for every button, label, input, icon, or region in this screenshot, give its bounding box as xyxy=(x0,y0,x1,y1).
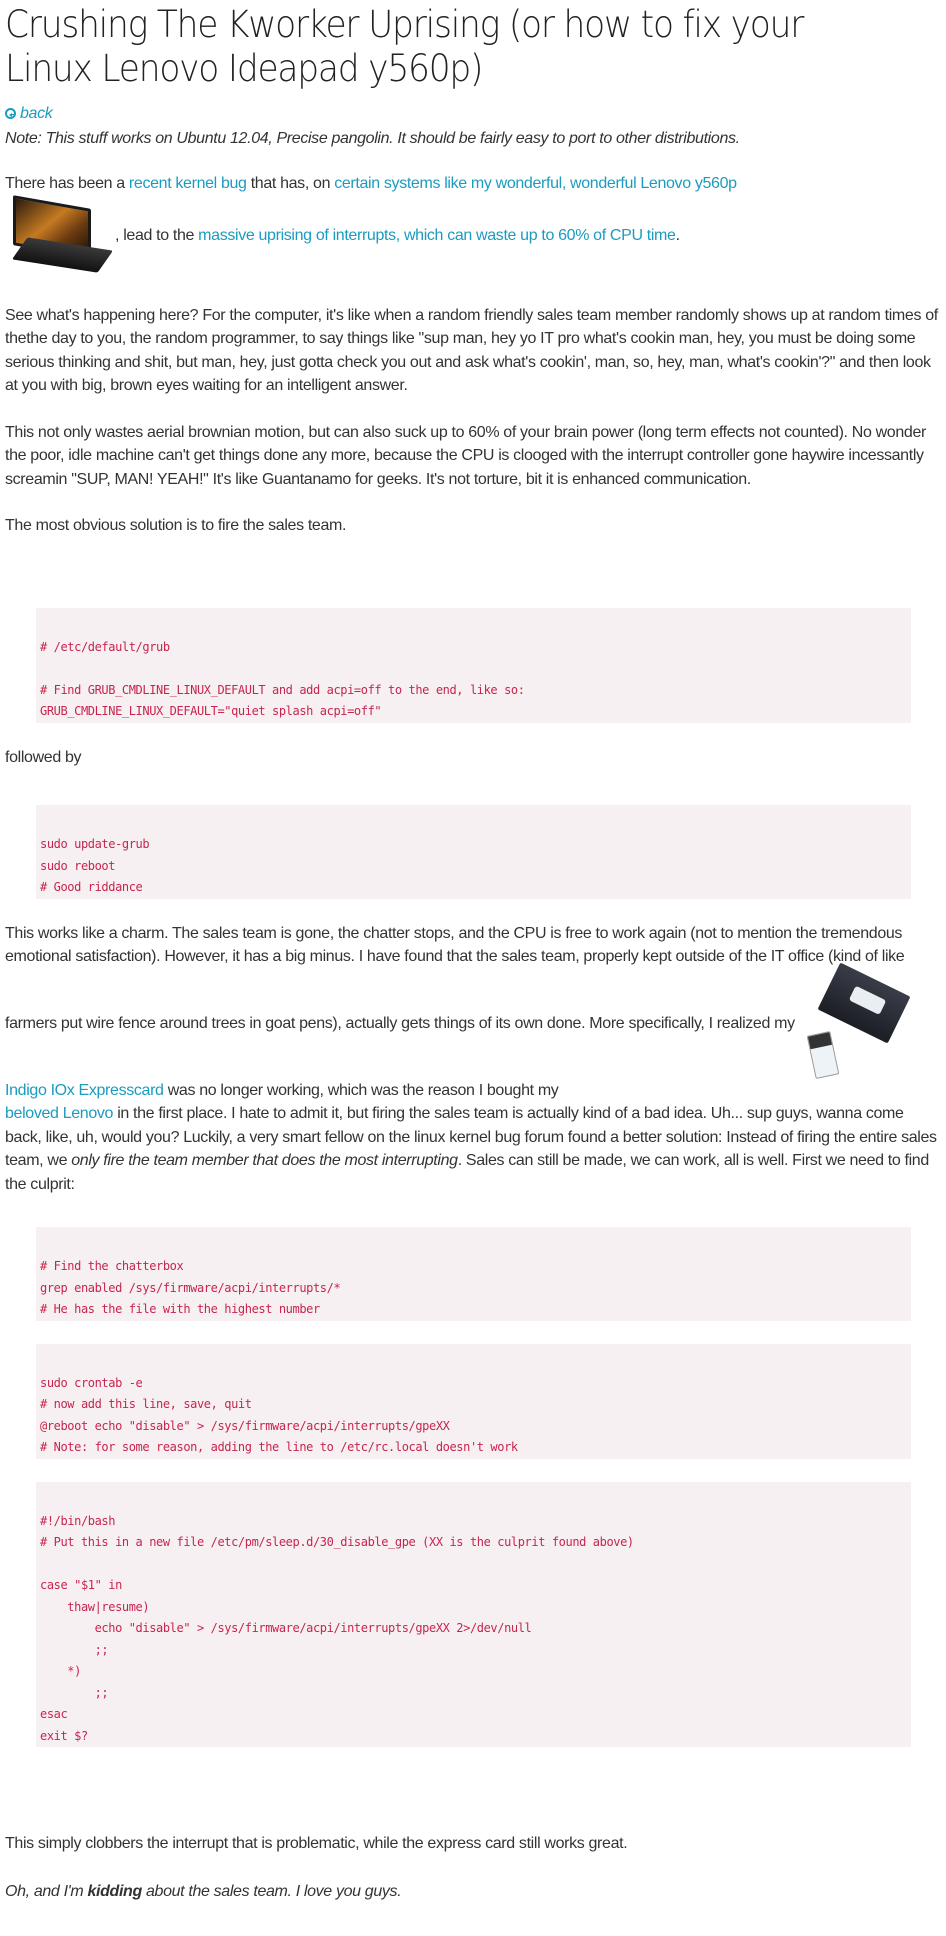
solution-paragraph: The most obvious solution is to fire the… xyxy=(5,517,347,535)
code-line: exit $? xyxy=(40,1728,88,1743)
code-line: case "$1" in xyxy=(40,1578,122,1593)
code-line: sudo reboot xyxy=(40,858,116,873)
code-line: ;; xyxy=(40,1685,109,1700)
code-line: # Good riddance xyxy=(40,880,143,895)
code-line: # Find the chatterbox xyxy=(40,1259,184,1274)
code-line: # now add this line, save, quit xyxy=(40,1397,252,1412)
page-title: Crushing The Kworker Uprising (or how to… xyxy=(5,3,804,90)
charm-paragraph: This works like a charm. The sales team … xyxy=(5,922,941,1197)
laptop-image xyxy=(5,194,115,276)
code-block-find: # Find the chatterbox grep enabled /sys/f… xyxy=(36,1227,911,1321)
code-line: sudo update-grub xyxy=(40,837,150,852)
followed-by-text: followed by xyxy=(5,748,82,766)
code-line: # He has the file with the highest numbe… xyxy=(40,1302,320,1317)
expresscard-image xyxy=(803,962,911,1079)
code-line: # Note: for some reason, adding the line… xyxy=(40,1440,518,1455)
code-line: # /etc/default/grub xyxy=(40,639,170,654)
intro-text: , lead to the xyxy=(115,226,199,244)
code-line: ;; xyxy=(40,1642,109,1657)
code-line: # Put this in a new file /etc/pm/sleep.d… xyxy=(40,1535,634,1550)
code-line: esac xyxy=(40,1707,68,1722)
code-line: sudo crontab -e xyxy=(40,1375,143,1390)
code-block-update: sudo update-grub sudo reboot # Good riddan… xyxy=(36,805,911,899)
code-line: *) xyxy=(40,1664,81,1679)
code-block-sleep-script: #!/bin/bash # Put this in a new file /etc… xyxy=(36,1481,911,1748)
charm-text: This works like a charm. The sales team … xyxy=(5,924,905,1032)
intro-paragraph: There has been a recent kernel bug that … xyxy=(5,172,941,276)
article: Crushing The Kworker Uprising (or how to… xyxy=(0,0,946,1936)
code-line: echo "disable" > /sys/firmware/acpi/inte… xyxy=(40,1621,532,1636)
indigo-expresscard-link[interactable]: Indigo IOx Expresscard xyxy=(5,1082,164,1099)
note: Note: This stuff works on Ubuntu 12.04, … xyxy=(5,129,740,147)
charm-text: was no longer working, which was the rea… xyxy=(163,1081,559,1099)
code-line: thaw|resume) xyxy=(40,1599,150,1614)
back-link-label: back xyxy=(20,105,53,122)
waste-paragraph: This not only wastes aerial brownian mot… xyxy=(5,423,926,488)
interrupts-link[interactable]: massive uprising of interrupts, which ca… xyxy=(198,227,676,244)
code-block-grub: # /etc/default/grub # Find GRUB_CMDLINE_L… xyxy=(36,607,911,723)
code-block-crontab: sudo crontab -e # now add this line, save… xyxy=(36,1343,911,1459)
intro-text: There has been a xyxy=(5,175,129,193)
lenovo-systems-link[interactable]: certain systems like my wonderful, wonde… xyxy=(334,175,737,192)
emphasis-text: only fire the team member that does the … xyxy=(71,1152,458,1170)
closing-text: Oh, and I'm xyxy=(5,1882,88,1900)
sales-paragraph: See what's happening here? For the compu… xyxy=(5,306,938,395)
code-line: #!/bin/bash xyxy=(40,1513,116,1528)
code-line: @reboot echo "disable" > /sys/firmware/a… xyxy=(40,1418,450,1433)
closing-paragraph: Oh, and I'm kidding about the sales team… xyxy=(5,1880,941,1904)
intro-text: that has, on xyxy=(246,175,335,193)
code-line: # Find GRUB_CMDLINE_LINUX_DEFAULT and ad… xyxy=(40,682,525,697)
intro-text: . xyxy=(675,226,680,244)
back-link[interactable]: back xyxy=(5,102,53,126)
kidding-bold: kidding xyxy=(87,1882,142,1900)
beloved-lenovo-link[interactable]: beloved Lenovo xyxy=(5,1105,113,1122)
arrow-circle-left-icon xyxy=(5,108,16,120)
kernel-bug-link[interactable]: recent kernel bug xyxy=(129,175,247,192)
closing-text: about the sales team. I love you guys. xyxy=(141,1882,402,1900)
code-line: GRUB_CMDLINE_LINUX_DEFAULT="quiet splash… xyxy=(40,704,382,719)
clobber-paragraph: This simply clobbers the interrupt that … xyxy=(5,1835,628,1853)
code-line: grep enabled /sys/firmware/acpi/interrup… xyxy=(40,1280,341,1295)
